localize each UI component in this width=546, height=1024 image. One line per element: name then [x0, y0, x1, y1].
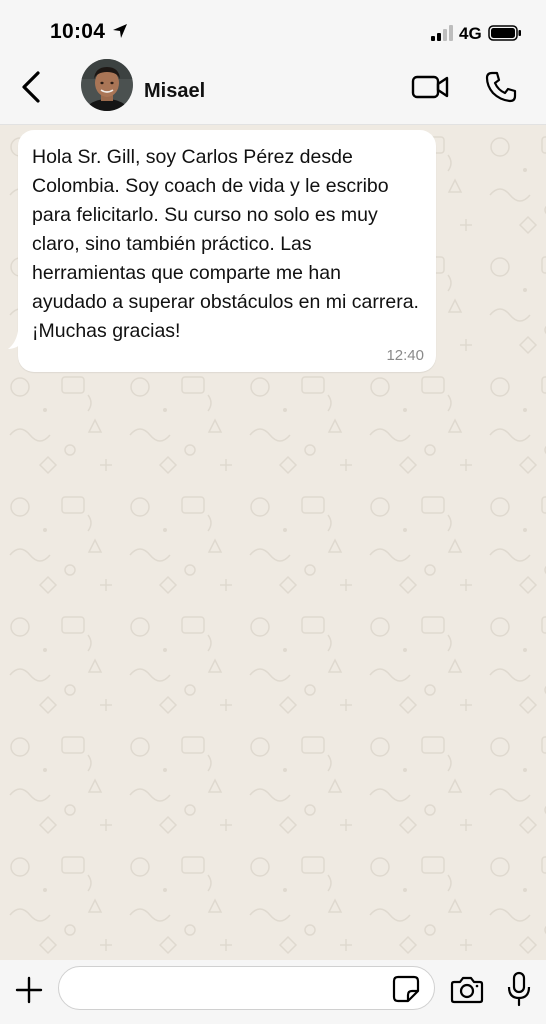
status-time: 10:04 [50, 20, 106, 43]
message-text: Hola Sr. Gill, soy Carlos Pérez desde Co… [32, 146, 419, 342]
chat-area[interactable]: Hola Sr. Gill, soy Carlos Pérez desde Co… [0, 125, 546, 960]
message-input[interactable] [58, 966, 435, 1010]
message-composer [0, 960, 546, 1024]
avatar[interactable] [81, 59, 133, 111]
sticker-icon[interactable] [392, 975, 420, 1003]
battery-icon [488, 25, 521, 41]
phone-call-icon[interactable] [484, 70, 518, 104]
microphone-icon[interactable] [507, 971, 531, 1007]
back-chevron-icon[interactable] [18, 69, 44, 105]
plus-icon[interactable] [14, 975, 44, 1005]
video-call-icon[interactable] [410, 72, 450, 102]
network-type: 4G [459, 24, 482, 43]
camera-icon[interactable] [450, 973, 484, 1005]
message-bubble-tail [8, 331, 20, 349]
contact-name[interactable]: Misael [144, 80, 205, 103]
message-timestamp: 12:40 [386, 347, 424, 364]
chat-header: Misael [0, 56, 546, 125]
location-arrow-icon [113, 24, 127, 38]
signal-icon [431, 25, 453, 41]
status-bar: 10:04 4G [0, 0, 546, 60]
chat-screen: 10:04 4G Misael Hola Sr. Gill, soy Carlo… [0, 0, 546, 1024]
message-bubble[interactable]: Hola Sr. Gill, soy Carlos Pérez desde Co… [18, 130, 436, 372]
